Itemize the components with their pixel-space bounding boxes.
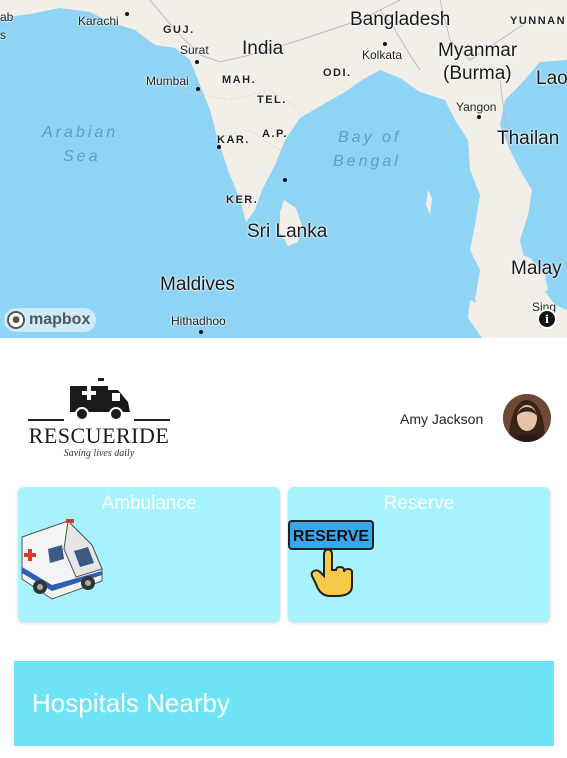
- map-label-bangladesh: Bangladesh: [350, 9, 451, 30]
- map-label-surat: Surat: [180, 43, 209, 57]
- map-info-icon[interactable]: i: [539, 311, 555, 327]
- map-label-state: KER.: [226, 194, 259, 206]
- user-name: Amy Jackson: [400, 411, 484, 427]
- user-avatar[interactable]: [503, 394, 551, 442]
- logo-rule: [134, 419, 170, 421]
- map-label-burma: (Burma): [443, 63, 512, 84]
- logo-rule: [28, 419, 64, 421]
- mapbox-logo-text: mapbox: [29, 311, 91, 328]
- map-label-city: s: [0, 28, 6, 42]
- map-city-dot: [283, 178, 287, 182]
- map-label-mumbai: Mumbai: [146, 74, 189, 88]
- mapbox-attribution-logo[interactable]: ● mapbox: [4, 308, 97, 332]
- map-city-dot: [199, 330, 203, 334]
- map-label-state: MAH.: [222, 74, 257, 86]
- map-label-sea: Bengal: [333, 153, 401, 170]
- map-city-dot: [195, 60, 199, 64]
- map-label-state: ODI.: [323, 67, 352, 79]
- logo-ambulance-icon: [70, 378, 130, 421]
- ambulance-icon: [21, 519, 103, 600]
- map-label-myanmar: Myanmar: [438, 40, 518, 61]
- map-label-hithadhoo: Hithadhoo: [171, 314, 226, 328]
- map-label-laos: Lao: [536, 68, 567, 89]
- reserve-card-title: Reserve: [383, 493, 455, 514]
- reserve-hand-icon: RESERVE: [288, 520, 374, 597]
- brand-logo: RESCUERIDE Saving lives daily: [26, 376, 172, 462]
- map-label-sea: Arabian: [42, 124, 119, 141]
- hospitals-nearby-title: Hospitals Nearby: [32, 688, 230, 718]
- map-label-kolkata: Kolkata: [362, 48, 403, 62]
- map-label-maldives: Maldives: [160, 274, 235, 295]
- map-label-karachi: Karachi: [78, 14, 119, 28]
- map-label-state: A.P.: [262, 128, 288, 140]
- map-label-state: TEL.: [257, 94, 287, 106]
- map-label-state: GUJ.: [163, 24, 195, 36]
- map-label-yangon: Yangon: [456, 100, 497, 114]
- brand-name: RESCUERIDE: [28, 423, 170, 448]
- map-label-state: KAR.: [217, 134, 250, 146]
- map-city-dot: [217, 145, 221, 149]
- map-label-india: India: [242, 38, 284, 59]
- brand-tagline: Saving lives daily: [63, 448, 135, 459]
- map-label-thailand: Thailan: [497, 128, 560, 149]
- reserve-sign-text: RESERVE: [293, 528, 370, 545]
- map-city-dot: [383, 42, 387, 46]
- map-view[interactable]: ab s Karachi GUJ. Surat India Mumbai MAH…: [0, 0, 567, 338]
- map-city-dot: [477, 115, 481, 119]
- map-label-sea: Sea: [63, 148, 101, 165]
- mapbox-logo-icon: ●: [7, 311, 25, 329]
- ambulance-card[interactable]: Ambulance: [18, 487, 280, 622]
- map-label-malaysia: Malay: [511, 258, 562, 279]
- hospitals-nearby-panel[interactable]: Hospitals Nearby: [14, 661, 554, 746]
- reserve-card[interactable]: Reserve RESERVE: [288, 487, 550, 622]
- map-label-sea: Bay of: [338, 129, 402, 146]
- map-label-sri-lanka: Sri Lanka: [247, 221, 328, 242]
- ambulance-card-title: Ambulance: [101, 493, 197, 514]
- avatar-portrait: [503, 394, 551, 442]
- map-label-state: YUNNAN: [510, 15, 567, 27]
- map-city-dot: [196, 87, 200, 91]
- map-city-dot: [125, 12, 129, 16]
- map-label-city: ab: [0, 10, 14, 24]
